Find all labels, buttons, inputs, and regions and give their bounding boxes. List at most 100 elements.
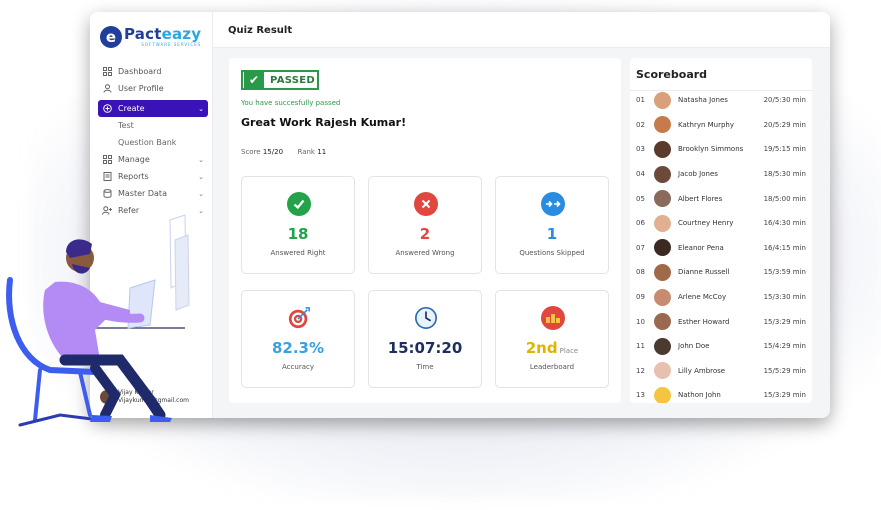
logo-name: Pacteazy [124, 25, 202, 43]
score-label: Score [241, 148, 261, 156]
row-rank: 01 [636, 96, 645, 105]
scoreboard-row: 08 Dianne Russell 15/3:59 min [630, 260, 812, 285]
avatar [654, 190, 671, 208]
chevron-down-icon: ⌄ [198, 172, 204, 181]
sidebar-item-create[interactable]: Create ⌄ [98, 100, 208, 117]
row-name: John Doe [678, 342, 710, 351]
logo[interactable]: e Pacteazy SOFTWARE SERVICES [100, 25, 201, 49]
stat-value: 18 [287, 225, 309, 243]
check-icon [287, 192, 311, 216]
sidebar-item-label: Dashboard [118, 67, 162, 76]
row-name: Arlene McCoy [678, 293, 727, 302]
sidebar-item-label: User Profile [118, 84, 164, 93]
avatar [654, 263, 671, 281]
database-icon [102, 189, 112, 199]
scoreboard-row: 07 Eleanor Pena 16/4:15 min [630, 236, 812, 261]
avatar [654, 386, 671, 403]
row-rank: 05 [636, 194, 645, 203]
row-name: Nathon John [678, 391, 721, 400]
row-score: 15/3:59 min [763, 268, 806, 277]
sidebar-item-manage[interactable]: Manage ⌄ [98, 151, 208, 168]
page-title: Quiz Result [228, 25, 293, 36]
stat-answered-right: 18 Answered Right [241, 176, 355, 274]
row-name: Jacob Jones [678, 170, 718, 179]
avatar [654, 288, 671, 306]
sidebar-item-label: Master Data [118, 189, 167, 198]
scoreboard: Scoreboard 01 Natasha Jones 20/5:30 min 02 K… [630, 58, 812, 403]
stat-answered-wrong: 2 Answered Wrong [368, 176, 482, 274]
stat-label: Questions Skipped [519, 249, 585, 257]
grid-icon [102, 67, 112, 77]
passed-badge: ✔ PASSED [241, 70, 319, 90]
scoreboard-row: 12 Lilly Ambrose 15/5:29 min [630, 359, 812, 384]
row-score: 18/5:30 min [763, 170, 806, 179]
scoreboard-row: 13 Nathon John 15/3:29 min [630, 383, 812, 403]
row-score: 15/3:29 min [763, 391, 806, 400]
person-illustration [6, 214, 190, 427]
row-rank: 12 [636, 366, 645, 375]
podium-icon [541, 306, 565, 330]
sidebar-item-reports[interactable]: Reports ⌄ [98, 168, 208, 185]
grid-icon [102, 155, 112, 165]
row-score: 15/5:29 min [763, 366, 806, 375]
avatar [654, 165, 671, 183]
scoreboard-row: 11 John Doe 15/4:29 min [630, 334, 812, 359]
avatar [654, 239, 671, 257]
logo-mark: e [100, 26, 122, 48]
avatar [654, 116, 671, 134]
check-icon: ✔ [244, 72, 264, 88]
stat-value: 1 [546, 225, 558, 243]
sidebar-item-user-profile[interactable]: User Profile [98, 80, 208, 97]
row-score: 15/3:29 min [763, 317, 806, 326]
stat-value: 2nd Place [496, 339, 608, 357]
target-icon [287, 306, 311, 330]
greeting-heading: Great Work Rajesh Kumar! [241, 116, 407, 129]
row-name: Brooklyn Simmons [678, 145, 744, 154]
x-icon [414, 192, 438, 216]
result-card: ✔ PASSED You have succesfully passed Gre… [229, 58, 621, 403]
row-name: Courtney Henry [678, 219, 734, 228]
stat-value: 15:07:20 [387, 339, 463, 357]
score-rank-line: Score 15/20 Rank 11 [241, 148, 326, 156]
pass-message: You have succesfully passed [241, 99, 341, 107]
row-name: Lilly Ambrose [678, 366, 726, 375]
row-rank: 11 [636, 342, 645, 351]
avatar [654, 91, 671, 109]
rank-value: 11 [317, 148, 327, 156]
row-score: 20/5:29 min [763, 120, 806, 129]
row-score: 15/3:30 min [763, 293, 806, 302]
sidebar-item-dashboard[interactable]: Dashboard [98, 63, 208, 80]
sidebar-subitem-question-bank[interactable]: Question Bank [98, 134, 208, 151]
scoreboard-row: 06 Courtney Henry 16/4:30 min [630, 211, 812, 236]
row-name: Natasha Jones [678, 96, 728, 105]
scoreboard-row: 10 Esther Howard 15/3:29 min [630, 309, 812, 334]
scoreboard-title: Scoreboard [636, 68, 708, 81]
stat-leaderboard: 2nd Place Leaderboard [495, 290, 609, 388]
row-rank: 04 [636, 170, 645, 179]
avatar [654, 214, 671, 232]
stat-label: Time [416, 363, 434, 371]
row-score: 19/5:15 min [763, 145, 806, 154]
stat-label: Accuracy [282, 363, 314, 371]
rank-label: Rank [297, 148, 316, 156]
stat-label: Answered Right [270, 249, 326, 257]
row-rank: 06 [636, 219, 645, 228]
stat-value: 2 [419, 225, 431, 243]
scoreboard-row: 01 Natasha Jones 20/5:30 min [630, 88, 812, 113]
stat-label: Leaderboard [529, 363, 575, 371]
app-window: e Pacteazy SOFTWARE SERVICES Dashboard U… [90, 12, 830, 418]
row-name: Dianne Russell [678, 268, 730, 277]
scoreboard-row: 05 Albert Flores 18/5:00 min [630, 186, 812, 211]
sidebar-item-label: Create [118, 104, 145, 113]
row-name: Albert Flores [678, 194, 723, 203]
chevron-down-icon: ⌄ [198, 155, 204, 164]
avatar [654, 362, 671, 380]
stat-value: 82.3% [271, 339, 325, 357]
sidebar-item-master-data[interactable]: Master Data ⌄ [98, 185, 208, 202]
topbar: Quiz Result [213, 12, 830, 48]
sidebar-nav: Dashboard User Profile Create ⌄ Test Que… [98, 63, 208, 219]
sidebar-subitem-test[interactable]: Test [98, 117, 208, 134]
stage: e Pacteazy SOFTWARE SERVICES Dashboard U… [0, 0, 881, 510]
avatar [654, 337, 671, 355]
clock-icon [414, 306, 438, 330]
